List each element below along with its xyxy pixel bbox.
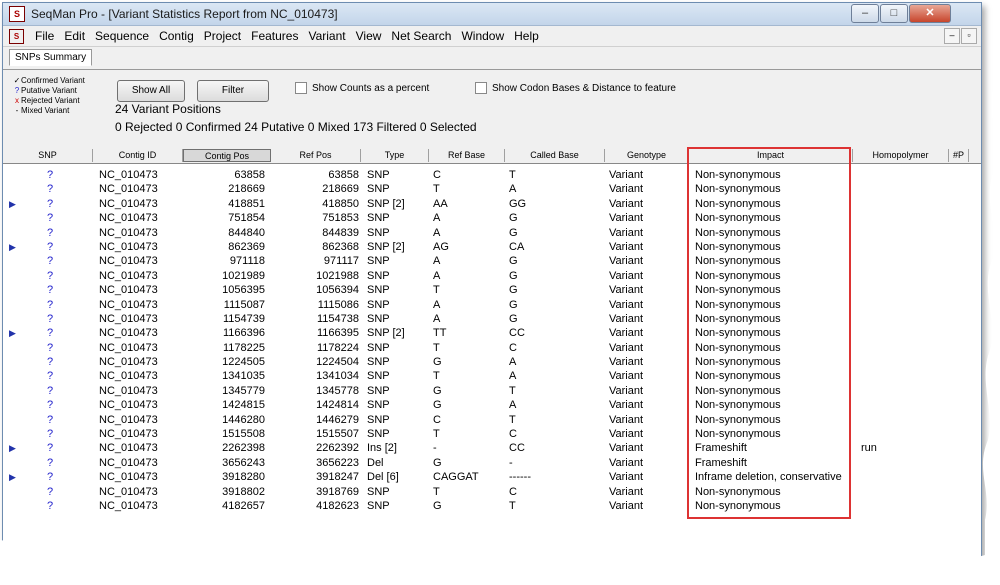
torn-paper-edge (0, 0, 1000, 585)
torn-edge (0, 0, 1000, 585)
